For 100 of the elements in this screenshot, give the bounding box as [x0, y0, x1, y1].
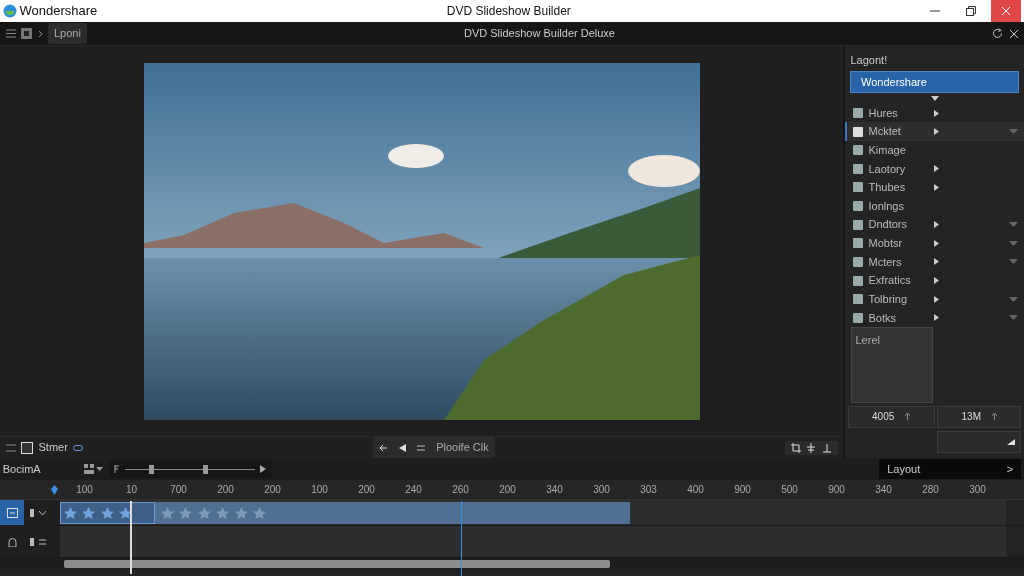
ruler-label: 200	[263, 483, 282, 497]
panel-item[interactable]: Botks	[845, 308, 1024, 328]
ruler-label: 10	[124, 483, 139, 497]
logo-icon	[2, 4, 17, 18]
grid-icon[interactable]	[83, 464, 94, 474]
panel-item[interactable]: Tolbring	[845, 289, 1024, 309]
panel-item[interactable]: Laotory	[845, 159, 1024, 179]
slider-thumb[interactable]	[203, 464, 209, 474]
expand-arrow-icon[interactable]	[934, 277, 939, 285]
star-icon	[216, 507, 229, 519]
star-icon	[234, 507, 248, 519]
image-icon[interactable]	[21, 28, 32, 39]
expand-arrow-icon[interactable]	[934, 221, 939, 229]
bar-icon[interactable]	[29, 508, 34, 517]
square-icon[interactable]	[21, 441, 33, 454]
dropdown-caret-icon[interactable]	[1009, 222, 1018, 228]
layout-field[interactable]: Layout >	[879, 458, 1022, 480]
value-field[interactable]: 4005	[847, 405, 935, 428]
star-icon	[160, 507, 174, 519]
crop-icon[interactable]	[790, 442, 801, 453]
split-icon[interactable]	[806, 442, 816, 453]
lock-icon	[6, 536, 18, 547]
star-icon	[119, 507, 133, 519]
app-title: DVD Slideshow Builder Deluxe	[463, 27, 615, 40]
ruler-label: 340	[874, 483, 893, 497]
dropdown-caret-icon[interactable]	[1009, 240, 1018, 246]
expand-arrow-icon[interactable]	[934, 128, 939, 136]
arrow-left-icon[interactable]	[379, 443, 389, 452]
ruler-label: 900	[733, 483, 752, 497]
star-icon	[100, 507, 114, 519]
expand-arrow-icon[interactable]	[934, 295, 939, 303]
square-icon	[853, 163, 863, 174]
expand-arrow-icon[interactable]	[934, 184, 939, 191]
star-icon	[63, 507, 77, 519]
ruler-label: 500	[780, 483, 799, 497]
star-icon	[197, 507, 211, 519]
selected-field[interactable]: Wondershare	[850, 70, 1019, 94]
panel-item[interactable]: Mobtsr	[845, 234, 1024, 253]
ruler-label: 200	[216, 483, 235, 497]
scrollbar-thumb[interactable]	[64, 559, 610, 568]
dropdown-caret-icon[interactable]	[1009, 296, 1018, 302]
panel-item[interactable]: Hures	[845, 103, 1024, 123]
track-toggle[interactable]	[0, 500, 24, 525]
preview-box: Lerel	[850, 327, 933, 404]
refresh-icon[interactable]	[992, 28, 1003, 39]
restore-icon	[965, 6, 976, 16]
square-icon	[853, 238, 863, 249]
trim-icon[interactable]	[821, 442, 832, 453]
panel-item[interactable]: Mcters	[845, 252, 1024, 272]
ruler-label: 300	[592, 483, 611, 497]
ruler-label: 300	[968, 483, 987, 497]
brand-name: Wondershare	[19, 2, 98, 21]
menu-icon[interactable]	[39, 538, 46, 545]
close-button[interactable]	[991, 0, 1022, 22]
close-icon[interactable]	[1008, 28, 1019, 39]
square-icon	[853, 219, 863, 230]
dropdown-caret-icon[interactable]	[1009, 129, 1018, 135]
preview-label: Stmer	[38, 440, 68, 456]
expand-arrow-icon[interactable]	[934, 258, 939, 266]
ruler-label: 900	[827, 483, 846, 497]
slider-thumb[interactable]	[148, 464, 154, 474]
square-icon	[853, 256, 863, 267]
panel-item[interactable]: Mcktet	[845, 122, 1024, 141]
dropdown-caret-icon[interactable]	[1009, 259, 1018, 265]
ruler-label: 303	[639, 483, 658, 497]
menu-icon[interactable]	[417, 444, 426, 451]
zoom-slider[interactable]	[108, 460, 272, 478]
window-title: DVD Slideshow Builder	[446, 4, 571, 18]
video-clip[interactable]	[60, 502, 630, 524]
chevron-right-icon	[37, 29, 43, 38]
panel-item[interactable]: Ionlngs	[845, 196, 1024, 216]
clip-name: Plooife Clk	[436, 440, 489, 456]
dropdown-field[interactable]	[937, 430, 1022, 453]
panel-item[interactable]: Kimage	[845, 140, 1024, 160]
ruler-label: 400	[686, 483, 705, 497]
panel-item[interactable]: Exfratics	[845, 271, 1024, 290]
panel-item[interactable]: Dndtors	[845, 215, 1024, 234]
square-icon	[853, 294, 863, 305]
ruler-label: 700	[169, 483, 188, 497]
chevron-down-icon[interactable]	[39, 509, 46, 516]
ruler-label: 340	[545, 483, 564, 497]
dropdown-caret-icon[interactable]	[1009, 315, 1018, 321]
close-icon	[1001, 6, 1012, 16]
expand-arrow-icon[interactable]	[934, 239, 939, 247]
arrow-up-icon	[992, 413, 997, 421]
start-marker-icon[interactable]	[51, 484, 59, 495]
panel-item[interactable]: Thubes	[845, 178, 1024, 197]
link-icon[interactable]	[73, 444, 84, 451]
play-back-icon[interactable]	[399, 443, 407, 452]
selected-clip-segment[interactable]	[60, 502, 155, 524]
toolbar-tab[interactable]: Lponi	[48, 23, 87, 44]
film-icon	[6, 507, 18, 518]
expand-arrow-icon[interactable]	[934, 109, 939, 117]
expand-arrow-icon[interactable]	[934, 314, 939, 322]
expand-arrow-icon[interactable]	[934, 165, 939, 173]
value-field[interactable]: 13M	[937, 405, 1022, 428]
square-icon	[853, 108, 863, 119]
bar-icon[interactable]	[29, 537, 34, 546]
ruler-label: 200	[498, 483, 517, 497]
list-icon[interactable]	[5, 29, 16, 38]
